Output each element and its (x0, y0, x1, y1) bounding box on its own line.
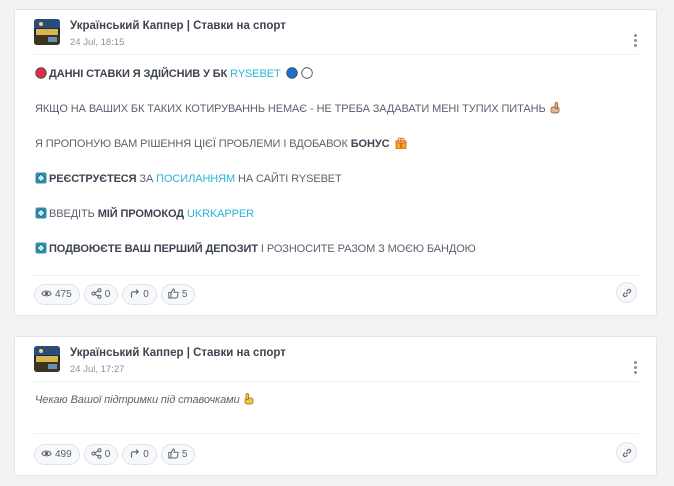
post-line-6: ПОДВОЮЄТЕ ВАШ ПЕРШИЙ ДЕПОЗИТ І РОЗНОСИТЕ… (35, 242, 636, 256)
post-line-3: Я ПРОПОНУЮ ВАМ РІШЕННЯ ЦІЄЇ ПРОБЛЕМИ І В… (35, 137, 636, 151)
footer-divider (34, 275, 638, 276)
reply-arrow-icon (131, 449, 140, 458)
post-stats: 499 0 0 5 (34, 444, 199, 465)
copy-link-button[interactable] (616, 282, 637, 303)
red-circle-icon (35, 67, 47, 79)
post-line-2: ЯКЩО НА ВАШИХ БК ТАКИХ КОТИРУВАННЬ НЕМАЄ… (35, 102, 636, 116)
promo-code-link[interactable]: UKRKAPPER (187, 208, 254, 220)
share-nodes-icon (91, 448, 102, 459)
post-card: Український Каппер | Ставки на спорт 24 … (14, 336, 657, 476)
share-nodes-icon (91, 288, 102, 299)
post-date: 24 Jul, 18:15 (70, 37, 125, 48)
channel-name[interactable]: Український Каппер | Ставки на спорт (70, 20, 286, 32)
header-divider (34, 381, 638, 382)
post-line-5: ВВЕДІТЬ МІЙ ПРОМОКОД UKRKAPPER (35, 207, 636, 221)
link-icon (622, 288, 632, 298)
pointing-finger-icon (244, 393, 253, 405)
copy-link-button[interactable] (616, 442, 637, 463)
more-menu-icon[interactable] (631, 34, 639, 48)
post-header: Український Каппер | Ставки на спорт 24 … (34, 346, 656, 386)
post-header: Український Каппер | Ставки на спорт 24 … (34, 19, 656, 59)
channel-name[interactable]: Український Каппер | Ставки на спорт (70, 347, 286, 359)
replies-counter[interactable]: 0 (122, 284, 157, 305)
white-circle-icon (301, 67, 314, 79)
views-counter[interactable]: 475 (34, 284, 80, 305)
post-line-4: РЕЄСТРУЄТЕСЯ ЗА ПОСИЛАННЯМ НА САЙТІ RYSE… (35, 172, 636, 186)
header-divider (34, 54, 638, 55)
eye-icon (41, 450, 52, 457)
bookmaker-link[interactable]: RYSEBET (230, 68, 280, 80)
thumbs-up-icon (168, 288, 179, 299)
forwards-counter[interactable]: 0 (83, 284, 119, 305)
eye-icon (41, 290, 52, 297)
post-date: 24 Jul, 17:27 (70, 364, 125, 375)
forwards-counter[interactable]: 0 (83, 444, 119, 465)
diamond-bullet-icon (35, 207, 47, 219)
post-stats: 475 0 0 5 (34, 284, 199, 305)
thumbs-up-icon (168, 448, 179, 459)
link-icon (622, 448, 632, 458)
registration-link[interactable]: ПОСИЛАННЯМ (156, 173, 235, 185)
post-line-1: ДАННІ СТАВКИ Я ЗДІЙСНИВ У БК RYSEBET (35, 67, 636, 81)
blue-circle-icon (286, 67, 299, 79)
diamond-bullet-icon (35, 172, 47, 184)
more-menu-icon[interactable] (631, 361, 639, 375)
channel-avatar[interactable] (34, 19, 60, 45)
reactions-counter[interactable]: 5 (160, 284, 196, 305)
reply-arrow-icon (131, 289, 140, 298)
views-counter[interactable]: 499 (34, 444, 80, 465)
diamond-bullet-icon (35, 242, 47, 254)
reactions-counter[interactable]: 5 (160, 444, 196, 465)
channel-avatar[interactable] (34, 346, 60, 372)
gift-icon (396, 137, 407, 149)
pointing-finger-icon (550, 102, 559, 114)
post-card: Український Каппер | Ставки на спорт 24 … (14, 9, 657, 316)
footer-divider (34, 433, 638, 434)
post-line-1: Чекаю Вашої підтримки під ставочками (35, 393, 636, 407)
replies-counter[interactable]: 0 (122, 444, 157, 465)
